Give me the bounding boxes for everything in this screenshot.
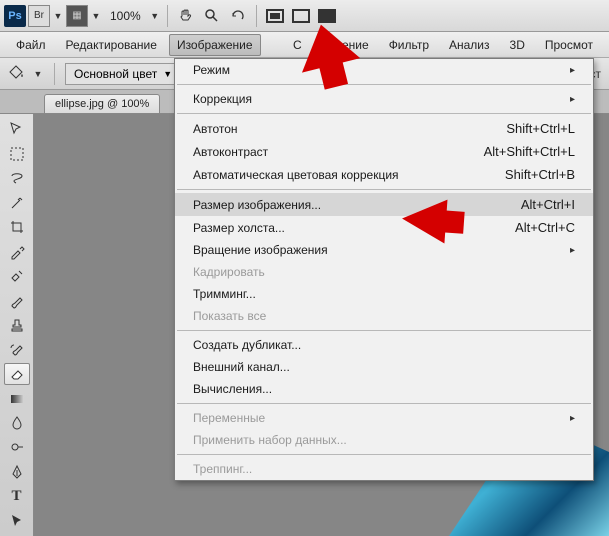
chevron-down-icon[interactable]: ▼ <box>90 5 102 27</box>
ps-logo-icon: Ps <box>4 5 26 27</box>
history-brush-icon[interactable] <box>4 338 30 360</box>
menu-image-size[interactable]: Размер изображения...Alt+Ctrl+I <box>175 193 593 216</box>
menu-analysis[interactable]: Анализ <box>441 34 498 56</box>
type-tool-icon[interactable]: T <box>4 485 30 507</box>
separator <box>54 63 55 85</box>
menu-variables: Переменные <box>175 407 593 429</box>
rotate-view-icon[interactable] <box>226 5 250 27</box>
menu-duplicate[interactable]: Создать дубликат... <box>175 334 593 356</box>
crop-tool-icon[interactable] <box>4 216 30 238</box>
chevron-down-icon[interactable]: ▼ <box>32 63 44 85</box>
image-menu-dropdown: Режим Коррекция АвтотонShift+Ctrl+L Авто… <box>174 58 594 481</box>
chevron-down-icon[interactable]: ▼ <box>149 5 161 27</box>
app-toolbar: Ps Br ▼ ▦ ▼ 100% ▼ <box>0 0 609 32</box>
menu-image[interactable]: Изображение <box>169 34 261 56</box>
blur-tool-icon[interactable] <box>4 412 30 434</box>
fill-source-label: Основной цвет <box>74 67 157 81</box>
chevron-down-icon[interactable]: ▼ <box>52 5 64 27</box>
menu-canvas-size[interactable]: Размер холста...Alt+Ctrl+C <box>175 216 593 239</box>
menu-crop: Кадрировать <box>175 261 593 283</box>
zoom-level[interactable]: 100% <box>104 9 147 23</box>
menu-image-rotation[interactable]: Вращение изображения <box>175 239 593 261</box>
menu-file[interactable]: Файл <box>8 34 54 56</box>
menu-mode[interactable]: Режим <box>175 59 593 81</box>
menu-adjustments[interactable]: Коррекция <box>175 88 593 110</box>
path-select-tool-icon[interactable] <box>4 510 30 532</box>
separator <box>256 5 257 27</box>
dodge-tool-icon[interactable] <box>4 436 30 458</box>
separator <box>177 403 591 404</box>
gradient-tool-icon[interactable] <box>4 387 30 409</box>
menu-3d[interactable]: 3D <box>502 34 533 56</box>
separator <box>177 84 591 85</box>
annotation-arrow-icon <box>401 197 448 244</box>
bridge-icon[interactable]: Br <box>28 5 50 27</box>
menu-autocontrast[interactable]: АвтоконтрастAlt+Shift+Ctrl+L <box>175 140 593 163</box>
tool-palette: T <box>0 114 34 536</box>
separator <box>177 454 591 455</box>
menu-trap: Треппинг... <box>175 458 593 480</box>
hand-tool-icon[interactable] <box>174 5 198 27</box>
menu-view-fragment[interactable]: Просмот <box>537 34 601 56</box>
chevron-down-icon: ▼ <box>163 69 172 79</box>
brush-tool-icon[interactable] <box>4 289 30 311</box>
lasso-tool-icon[interactable] <box>4 167 30 189</box>
separator <box>177 330 591 331</box>
separator <box>167 5 168 27</box>
menu-calculations[interactable]: Вычисления... <box>175 378 593 400</box>
menu-edit[interactable]: Редактирование <box>58 34 165 56</box>
move-tool-icon[interactable] <box>4 118 30 140</box>
screenmode-standard-icon[interactable] <box>263 5 287 27</box>
menu-filter[interactable]: Фильтр <box>381 34 437 56</box>
screenmode-full-icon[interactable] <box>289 5 313 27</box>
menu-reveal-all: Показать все <box>175 305 593 327</box>
heal-tool-icon[interactable] <box>4 265 30 287</box>
minibridge-icon[interactable]: ▦ <box>66 5 88 27</box>
wand-tool-icon[interactable] <box>4 191 30 213</box>
separator <box>177 113 591 114</box>
separator <box>177 189 591 190</box>
eraser-tool-icon[interactable] <box>4 363 30 386</box>
menu-trim[interactable]: Тримминг... <box>175 283 593 305</box>
stamp-tool-icon[interactable] <box>4 314 30 336</box>
pen-tool-icon[interactable] <box>4 461 30 483</box>
marquee-tool-icon[interactable] <box>4 142 30 164</box>
zoom-tool-icon[interactable] <box>200 5 224 27</box>
paint-bucket-icon[interactable] <box>6 62 26 85</box>
eyedropper-tool-icon[interactable] <box>4 240 30 262</box>
fill-source-select[interactable]: Основной цвет ▼ <box>65 63 181 85</box>
menu-apply-image[interactable]: Внешний канал... <box>175 356 593 378</box>
menu-autocolor[interactable]: Автоматическая цветовая коррекцияShift+C… <box>175 163 593 186</box>
menu-autotone[interactable]: АвтотонShift+Ctrl+L <box>175 117 593 140</box>
menu-apply-dataset: Применить набор данных... <box>175 429 593 451</box>
document-tab[interactable]: ellipse.jpg @ 100% <box>44 94 160 113</box>
